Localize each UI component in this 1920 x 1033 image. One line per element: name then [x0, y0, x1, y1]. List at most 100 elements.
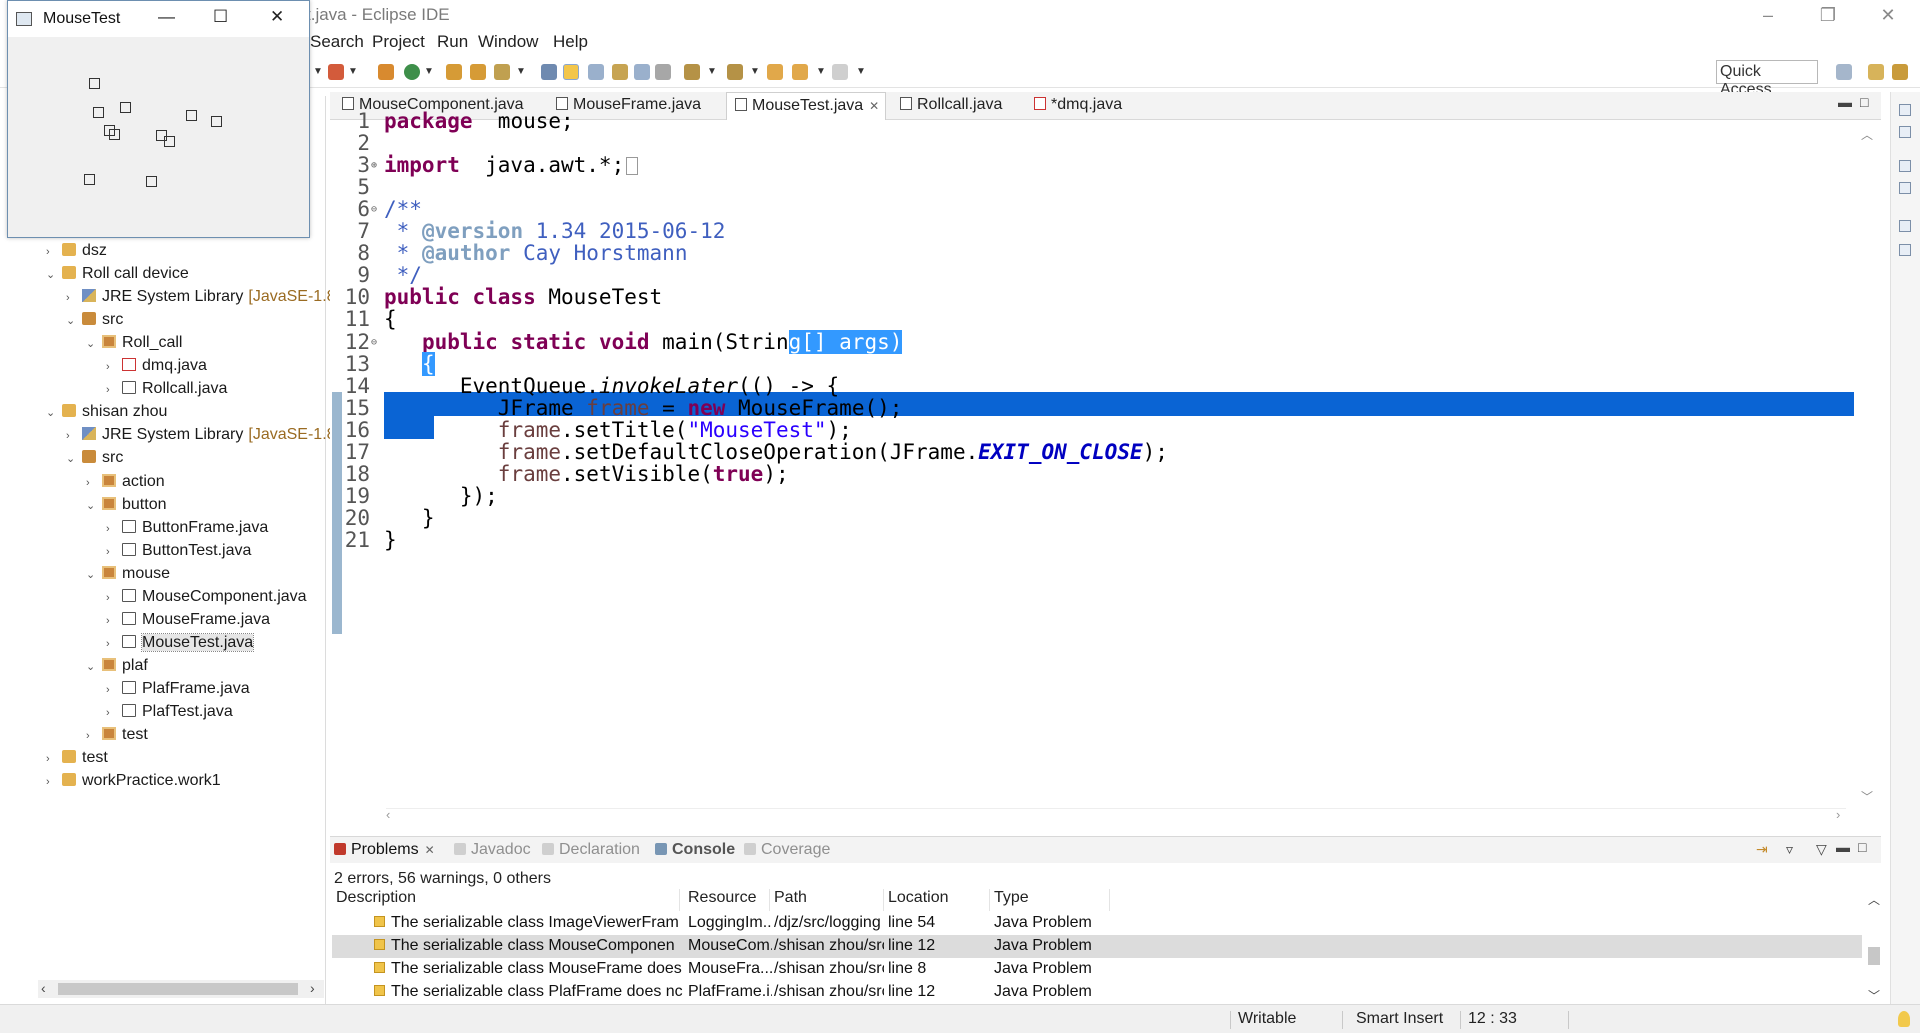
- code-editor[interactable]: 1 package mouse; 2 3 ⊕ import java.awt.*; 5 6 ⊖ /…: [330, 109, 1881, 822]
- scroll-up-icon[interactable]: ︿: [1868, 891, 1880, 908]
- collapsed-arrow-icon[interactable]: ›: [106, 384, 118, 396]
- tree-item[interactable]: › Rollcall.java: [106, 380, 227, 402]
- tree-item[interactable]: › PlafTest.java: [106, 703, 233, 725]
- problem-row[interactable]: The serializable class MouseComponen Mous…: [332, 935, 1862, 958]
- drawn-square[interactable]: [186, 110, 197, 121]
- next-annotation-icon[interactable]: [684, 64, 700, 80]
- tree-item[interactable]: › workPractice.work1: [46, 772, 221, 794]
- scrollbar-thumb[interactable]: [58, 983, 298, 995]
- panel-dropdown-icon[interactable]: ▽: [1816, 841, 1827, 858]
- forward-icon[interactable]: [832, 64, 848, 80]
- tree-item[interactable]: ⌄ plaf: [86, 657, 148, 679]
- tree-item[interactable]: ⌄ Roll call device: [46, 265, 189, 287]
- drawn-square[interactable]: [146, 176, 157, 187]
- menu-search[interactable]: Search: [310, 32, 364, 52]
- prev-annotation-icon[interactable]: [727, 64, 743, 80]
- collapsed-arrow-icon[interactable]: ›: [106, 684, 118, 696]
- expanded-arrow-icon[interactable]: ⌄: [86, 568, 98, 581]
- tree-item[interactable]: › JRE System Library [JavaSE-1.8]: [66, 426, 340, 448]
- collapsed-arrow-icon[interactable]: ›: [106, 638, 118, 650]
- quick-access-input[interactable]: Quick Access: [1716, 60, 1818, 98]
- last-edit-icon[interactable]: [767, 64, 783, 80]
- tree-item[interactable]: › ButtonFrame.java: [106, 519, 268, 541]
- tree-item[interactable]: › JRE System Library [JavaSE-1.8]: [66, 288, 340, 310]
- code-line[interactable]: 21}: [330, 527, 397, 554]
- menu-run[interactable]: Run: [437, 32, 468, 52]
- tree-item[interactable]: › PlafFrame.java: [106, 680, 250, 702]
- tree-item[interactable]: › test: [46, 749, 108, 771]
- collapsed-arrow-icon[interactable]: ›: [66, 430, 78, 442]
- collapsed-arrow-icon[interactable]: ›: [46, 753, 58, 765]
- tab-rollcall[interactable]: Rollcall.java: [892, 92, 1008, 120]
- scroll-down-icon[interactable]: ﹀: [1868, 987, 1880, 1004]
- minimize-button[interactable]: –: [1746, 2, 1790, 28]
- dropdown-arrow-icon[interactable]: ▼: [424, 66, 434, 77]
- restore-view-icon[interactable]: [1899, 104, 1911, 116]
- tab-dmq[interactable]: *dmq.java: [1026, 92, 1128, 120]
- mousetest-close-button[interactable]: ✕: [270, 7, 284, 27]
- java-ee-perspective-icon[interactable]: [1868, 64, 1884, 80]
- block-select-icon[interactable]: [612, 64, 628, 80]
- scroll-right-icon[interactable]: ›: [310, 980, 315, 996]
- tree-item[interactable]: › test: [86, 726, 148, 748]
- column-description[interactable]: Description: [332, 889, 680, 911]
- menu-window[interactable]: Window: [478, 32, 538, 52]
- tab-coverage[interactable]: Coverage: [744, 841, 830, 859]
- mousetest-minimize-button[interactable]: —: [158, 7, 175, 27]
- debug-icon[interactable]: [328, 64, 344, 80]
- paragraph-icon[interactable]: [655, 64, 671, 80]
- tree-item[interactable]: ⌄ mouse: [86, 565, 170, 587]
- mousetest-app-window[interactable]: MouseTest — ☐ ✕: [7, 0, 310, 238]
- tree-item[interactable]: › dsz: [46, 242, 107, 264]
- column-path[interactable]: Path: [770, 889, 884, 911]
- tree-item[interactable]: ⌄ Roll_call: [86, 334, 182, 356]
- tree-item[interactable]: › MouseTest.java: [106, 632, 255, 656]
- close-tab-icon[interactable]: ✕: [425, 843, 435, 857]
- open-perspective-icon[interactable]: [1836, 64, 1852, 80]
- menu-help[interactable]: Help: [553, 32, 588, 52]
- outline-view-icon[interactable]: [1899, 126, 1911, 138]
- dropdown-arrow-icon[interactable]: ▼: [816, 66, 826, 77]
- tree-item[interactable]: ⌄ shisan zhou: [46, 403, 167, 425]
- collapsed-arrow-icon[interactable]: ›: [106, 546, 118, 558]
- column-type[interactable]: Type: [990, 889, 1110, 911]
- problem-row[interactable]: The serializable class MouseFrame does Mo…: [332, 958, 1862, 981]
- scroll-down-icon[interactable]: ﹀: [1861, 788, 1873, 805]
- column-resource[interactable]: Resource: [684, 889, 770, 911]
- expanded-arrow-icon[interactable]: ⌄: [86, 499, 98, 512]
- column-location[interactable]: Location: [884, 889, 990, 911]
- java-perspective-icon[interactable]: [1892, 64, 1908, 80]
- tree-item[interactable]: ⌄ src: [66, 449, 123, 471]
- minimize-panel-icon[interactable]: ▬: [1836, 839, 1850, 855]
- tab-problems[interactable]: Problems ✕: [334, 841, 435, 859]
- drawn-square[interactable]: [109, 129, 120, 140]
- maximize-panel-icon[interactable]: □: [1858, 839, 1866, 855]
- minimize-editor-icon[interactable]: ▬: [1838, 94, 1852, 110]
- collapsed-arrow-icon[interactable]: ›: [106, 615, 118, 627]
- pen-icon[interactable]: [494, 64, 510, 80]
- scroll-left-icon[interactable]: ‹: [41, 980, 46, 996]
- drawn-square[interactable]: [93, 107, 104, 118]
- restore-view-icon[interactable]: [1899, 220, 1911, 232]
- dropdown-arrow-icon[interactable]: ▼: [348, 66, 358, 77]
- tree-item[interactable]: › dmq.java: [106, 357, 207, 379]
- tree-item[interactable]: › action: [86, 473, 165, 495]
- show-whitespace-icon[interactable]: [588, 64, 604, 80]
- close-window-button[interactable]: ✕: [1866, 2, 1910, 28]
- mousetest-titlebar[interactable]: MouseTest — ☐ ✕: [8, 1, 309, 37]
- collapsed-arrow-icon[interactable]: ›: [46, 776, 58, 788]
- collapsed-arrow-icon[interactable]: ›: [106, 523, 118, 535]
- new-package-icon[interactable]: [378, 64, 394, 80]
- problem-row[interactable]: The serializable class ImageViewerFram Lo…: [332, 912, 1862, 935]
- dropdown-arrow-icon[interactable]: ▼: [313, 66, 323, 77]
- tree-item[interactable]: › ButtonTest.java: [106, 542, 251, 564]
- drawn-square[interactable]: [120, 102, 131, 113]
- task-list-icon[interactable]: [1899, 182, 1911, 194]
- expanded-arrow-icon[interactable]: ⌄: [86, 337, 98, 350]
- tree-item[interactable]: › MouseComponent.java: [106, 588, 307, 610]
- menu-project[interactable]: Project: [372, 32, 425, 52]
- collapsed-arrow-icon[interactable]: ›: [106, 707, 118, 719]
- tab-mousetest[interactable]: MouseTest.java ✕: [726, 92, 887, 120]
- collapsed-arrow-icon[interactable]: ›: [66, 292, 78, 304]
- mousetest-maximize-button[interactable]: ☐: [213, 7, 228, 27]
